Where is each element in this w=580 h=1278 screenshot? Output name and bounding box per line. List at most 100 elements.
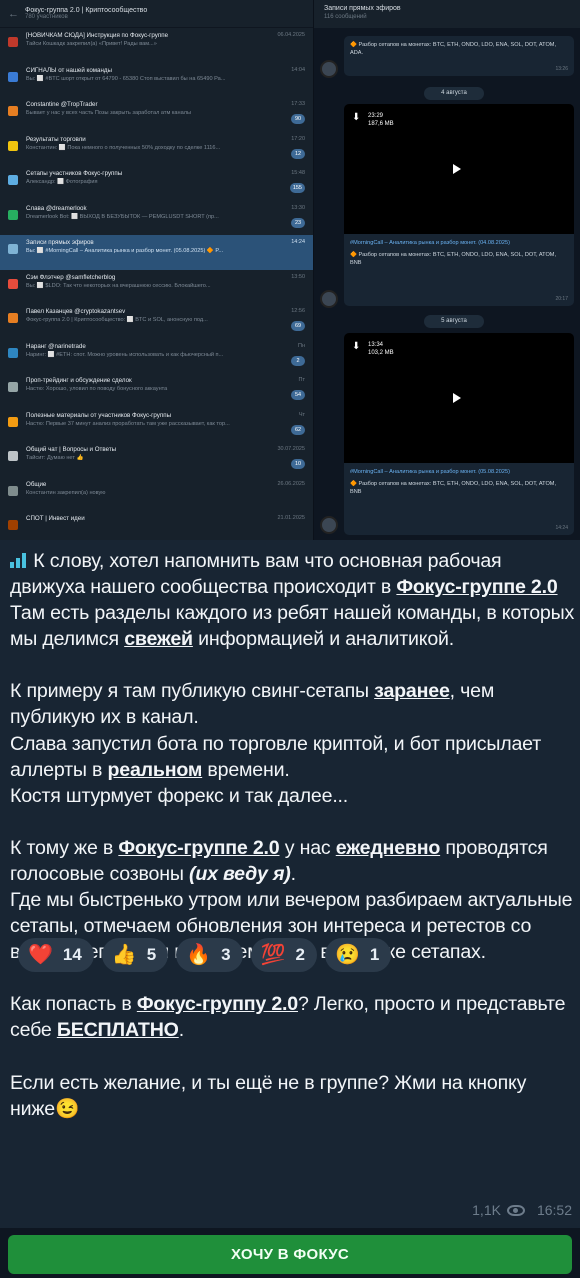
chat-list-item[interactable]: Результаты торговли Константин: ⬜ Пока не… [0, 132, 313, 167]
embedded-screenshot: ← Фокус-группа 2.0 | Криптосообщество 78… [0, 0, 580, 540]
chat-preview: Тайси Кошкадк закрепил(а) «Привет! Рады … [26, 41, 157, 47]
caption-link[interactable]: #MorningCall – Аналитика рынка и разбор … [350, 468, 568, 476]
chat-list-header: ← Фокус-группа 2.0 | Криптосообщество 78… [0, 0, 313, 28]
chat-list-item[interactable]: [НОВИЧКАМ СЮДА] Инструкция по Фокус-груп… [0, 28, 313, 63]
unread-badge: 10 [291, 459, 305, 469]
chat-name: Слава @dreamerlook [26, 204, 87, 212]
chat-preview: Настю: Первые 37 минут анализ проработат… [26, 420, 230, 427]
chat-time: 13:50 [291, 273, 305, 280]
date-separator: 4 августа [424, 87, 484, 100]
reaction-count: 1 [369, 945, 380, 964]
video-message[interactable]: ⬇ 23:29 187,6 MB [344, 104, 574, 234]
chat-avatar-icon [8, 520, 18, 530]
chat-avatar-icon [8, 71, 18, 82]
unread-badge: 54 [291, 390, 305, 400]
reaction-emoji-icon: ❤️ [28, 944, 53, 966]
views-count: 1,1K [472, 1202, 501, 1218]
chat-list-item[interactable]: Полезные материалы от участников Фокус-г… [0, 408, 313, 443]
message-time: 20:17 [555, 296, 568, 302]
chat-time: Пт [298, 377, 305, 383]
chat-list-item[interactable]: СПОТ | Инвест идеи 21.01.2025 [0, 511, 313, 540]
chat-list-item[interactable]: Сетапы участников Фокус-группы Александр:… [0, 166, 313, 201]
download-icon[interactable]: ⬇ [352, 112, 360, 123]
chat-time: 26.06.2025 [277, 480, 305, 487]
reaction-emoji-icon: 💯 [260, 944, 286, 966]
paragraph-5: Если есть желание, и ты ещё не в группе?… [10, 1070, 575, 1122]
video-duration: 23:29 [368, 113, 384, 119]
channel-avatar [320, 290, 338, 308]
chat-list-item[interactable]: Проп-трейдинг и обсуждение сделок Настю: … [0, 373, 313, 408]
text: Как попасть в [10, 993, 137, 1016]
chat-time: Чт [298, 411, 305, 418]
reaction-chip[interactable]: 😢 1 [324, 938, 392, 972]
chat-list-item[interactable]: Наранг @narinetrade Наринг: ⬜ #ETH: спот.… [0, 339, 313, 374]
channel-panel: Записи прямых эфиров 116 сообщений 🔶 Раз… [313, 0, 580, 540]
eye-icon [506, 1204, 525, 1216]
chat-list-item[interactable]: Записи прямых эфиров Вы: ⬜ #MorningCall –… [0, 235, 313, 270]
chat-preview: Фокус-группа 2.0 | Криптосообщество: ⬜ B… [26, 317, 208, 323]
post-time: 16:52 [536, 1202, 572, 1218]
chat-time: 15:48 [291, 170, 305, 176]
download-icon[interactable]: ⬇ [352, 341, 360, 352]
chat-name: Полезные материалы от участников Фокус-г… [26, 411, 172, 419]
focus-group-link[interactable]: Фокус-группе 2.0 [118, 837, 279, 859]
text-italic: (их веду я) [189, 862, 291, 885]
caption-text: 🔶 Разбор сетапов на монетах: BTC, ETH, O… [350, 252, 557, 266]
focus-group-link[interactable]: Фокус-группу 2.0 [137, 993, 298, 1015]
chat-time: 30.07.2025 [277, 446, 305, 452]
chat-time: 06.04.2025 [277, 32, 305, 38]
reaction-chip[interactable]: 👍 5 [101, 938, 169, 972]
chat-preview: Бывает у нас у всех часть Позы закрыть з… [26, 110, 192, 116]
chat-preview: Dreamerlook Bot: ⬜ ВЫХОД В БЕЗУБЫТОК — P… [26, 213, 219, 220]
unread-badge: 2 [291, 355, 305, 366]
text-underlined: ежедневно [335, 836, 441, 859]
reaction-chip[interactable]: ❤️ 14 [18, 938, 94, 972]
chat-avatar-icon [8, 37, 18, 47]
text: у нас [279, 836, 336, 859]
reactions-bar: ❤️ 14 👍 5 🔥 3 💯 2 😢 1 [18, 938, 392, 972]
chat-name: [НОВИЧКАМ СЮДА] Инструкция по Фокус-груп… [26, 32, 169, 39]
chat-avatar-icon [8, 278, 18, 289]
chat-list-item[interactable]: СИГНАЛЫ от нашей команды Вы: ⬜ #BTC шорт … [0, 63, 313, 98]
chat-name: Проп-трейдинг и обсуждение сделок [26, 377, 132, 384]
message-text: 🔶 Разбор сетапов на монетах: BTC, ETH, O… [350, 42, 557, 56]
text: Костя штурмует форекс и так далее... [10, 784, 349, 807]
chat-list-item[interactable]: Павел Казанцев @cryptokazantsev Фокус-гру… [0, 304, 313, 339]
chat-preview: Настю: Хорошо, уловил по поводу бонусног… [26, 386, 168, 392]
play-icon[interactable] [453, 393, 461, 403]
chat-time: 12:56 [291, 308, 305, 314]
caption-link[interactable]: #MorningCall – Аналитика рынка и разбор … [350, 239, 568, 247]
reaction-chip[interactable]: 🔥 3 [176, 938, 243, 972]
channel-title: Записи прямых эфиров [324, 5, 401, 12]
focus-group-link[interactable]: Фокус-группе 2.0 [396, 576, 557, 598]
chat-name: Записи прямых эфиров [26, 239, 94, 246]
text: времени. [202, 758, 290, 781]
play-icon[interactable] [453, 164, 461, 174]
chat-avatar-icon [8, 485, 18, 496]
chat-time: Пн [298, 342, 305, 349]
chat-time: 17:20 [291, 135, 305, 142]
video-size: 103,2 MB [368, 350, 394, 356]
message-time: 13:26 [555, 66, 568, 72]
chat-list-item[interactable]: Сэм Флэтчер @samfletcherblog Вы: ⬜ $LDO: … [0, 270, 313, 305]
chat-preview: Вы: ⬜ #MorningCall – Аналитика рынка и р… [26, 248, 224, 254]
chat-list-item[interactable]: Слава @dreamerlook Dreamerlook Bot: ⬜ ВЫХ… [0, 201, 313, 236]
chat-list-item[interactable]: Общие Константин закрепил(а) новую 26.06.2… [0, 477, 313, 512]
join-focus-button[interactable]: ХОЧУ В ФОКУС [8, 1235, 572, 1274]
chat-preview: Константин закрепил(а) новую [26, 489, 106, 496]
reaction-emoji-icon: 🔥 [186, 944, 212, 966]
chat-list-item[interactable]: Constantine @TropTrader Бывает у нас у вс… [0, 97, 313, 132]
text: К тому же в [10, 836, 119, 859]
video-caption: #MorningCall – Аналитика рынка и разбор … [344, 463, 574, 535]
text-underlined: реальном [107, 758, 203, 781]
group-subtitle: 780 участников [25, 14, 68, 20]
channel-avatar [320, 516, 338, 534]
chat-time: 14:04 [291, 66, 305, 73]
chat-list-item[interactable]: Общий чат | Вопросы и Ответы Тайсит: Дума… [0, 442, 313, 477]
chat-avatar-icon [8, 140, 18, 151]
video-message[interactable]: ⬇ 13:34 103,2 MB [344, 333, 574, 463]
reaction-chip[interactable]: 💯 2 [250, 938, 317, 972]
